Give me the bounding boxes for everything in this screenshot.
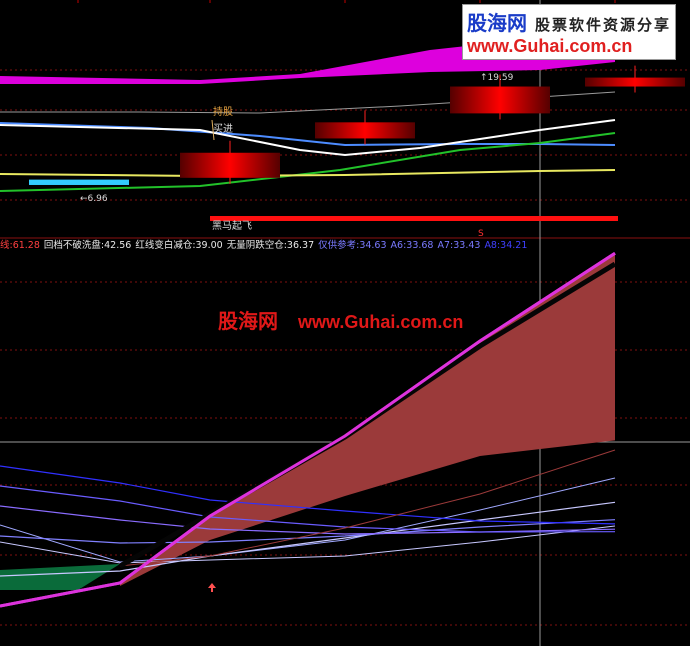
heima-label: 黑马起飞: [212, 220, 252, 232]
indicator-value-3: 无量阴跌空仓:36.37: [226, 240, 315, 251]
candle-2: [315, 122, 415, 139]
series-line-5: [0, 505, 616, 535]
chart-labels: 持股买进←6.96↑19.59黑马起飞S: [80, 73, 514, 239]
candle-4: [585, 77, 685, 87]
indicator-value-line: 线:61.28 回档不破洗盘:42.56 红线变白减仓:39.00 无量阴跌空仓:36…: [0, 237, 531, 251]
low-value-label: ←6.96: [80, 194, 108, 204]
watermark-mid-name: 股海网: [218, 309, 278, 333]
indicator-value-1: 回档不破洗盘:42.56: [43, 240, 132, 251]
watermark-top-url: www.Guhai.com.cn: [467, 36, 633, 56]
high-value-label: ↑19.59: [480, 73, 514, 83]
indicator-value-5: A6:33.68: [390, 240, 434, 251]
watermark-top-name: 股海网: [467, 11, 527, 35]
indicator-value-0: 线:61.28: [0, 240, 40, 251]
indicator-value-4: 仅供参考:34.63: [318, 240, 387, 251]
watermark-mid-url: www.Guhai.com.cn: [298, 312, 464, 332]
upper-blue-line: [0, 122, 616, 147]
candle-1: [180, 152, 280, 178]
series-line-3: [0, 501, 616, 577]
candle-0: [29, 179, 129, 185]
buy-arrow-icon: [208, 583, 216, 592]
indicator-value-2: 红线变白减仓:39.00: [135, 240, 223, 251]
chicang-label: 持股: [213, 105, 233, 118]
maijin-label: 买进: [213, 123, 233, 135]
lower-indicator-panel: [0, 251, 617, 608]
watermark-top: 股海网 股票软件资源分享 www.Guhai.com.cn: [462, 4, 677, 60]
candle-3: [450, 86, 550, 114]
indicator-value-6: A7:33.43: [437, 240, 481, 251]
watermark-top-tag: 股票软件资源分享: [535, 16, 672, 34]
indicator-value-7: A8:34.21: [484, 240, 528, 251]
heima-signal-bar: [210, 216, 618, 221]
